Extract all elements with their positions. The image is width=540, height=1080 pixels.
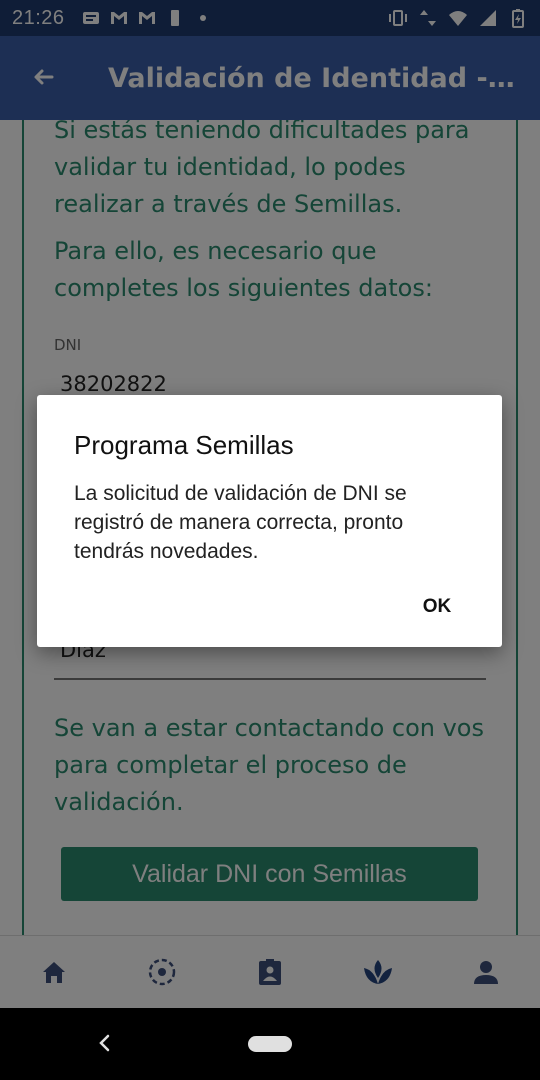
system-nav-bar bbox=[0, 1008, 540, 1080]
ok-button[interactable]: OK bbox=[407, 587, 467, 627]
system-home-pill[interactable] bbox=[248, 1036, 292, 1052]
confirmation-dialog: Programa Semillas La solicitud de valida… bbox=[37, 395, 502, 647]
system-back-icon[interactable] bbox=[92, 1028, 116, 1058]
dialog-message: La solicitud de validación de DNI se reg… bbox=[74, 482, 407, 563]
dialog-title: Programa Semillas bbox=[74, 430, 294, 460]
